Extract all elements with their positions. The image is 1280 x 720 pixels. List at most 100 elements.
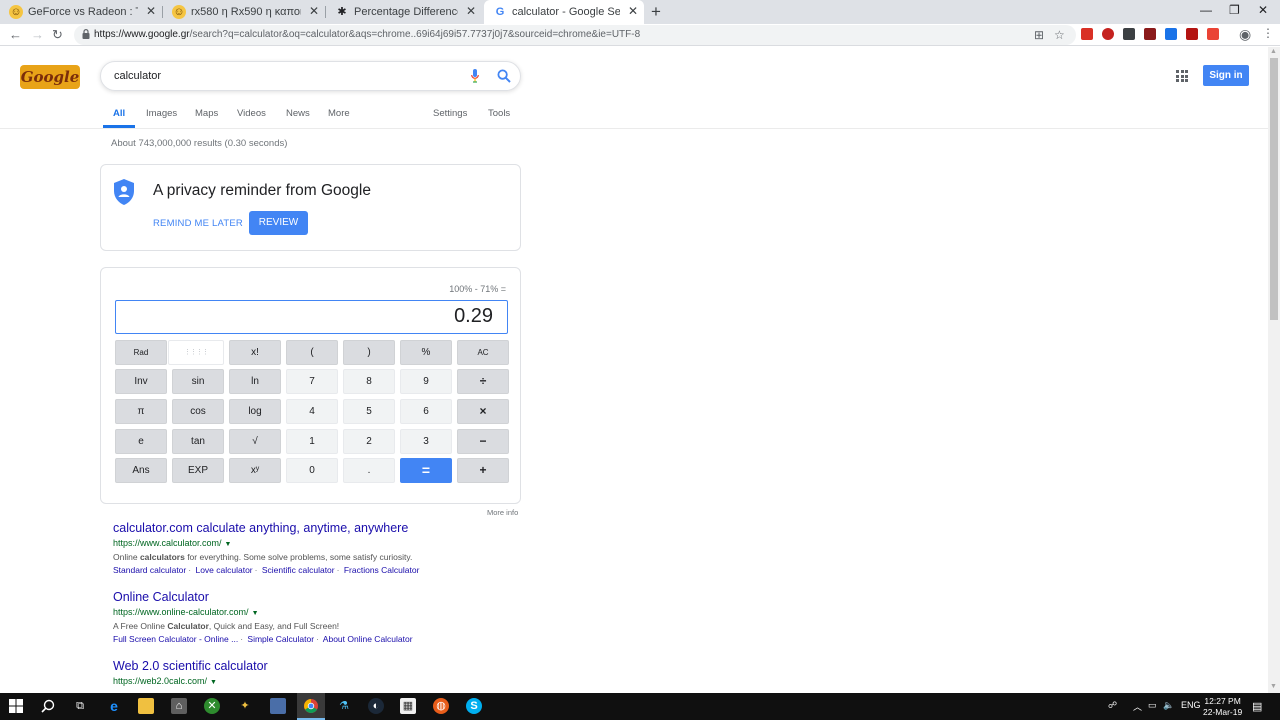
tab-geforce[interactable]: ☺ GeForce vs Radeon : The Battle C ✕ — [0, 0, 162, 24]
tab-settings[interactable]: Settings — [433, 108, 467, 119]
tab-tools[interactable]: Tools — [488, 108, 510, 119]
sitelink[interactable]: Fractions Calculator — [344, 565, 420, 575]
reload-icon[interactable]: ↻ — [52, 27, 63, 43]
network-icon[interactable]: ▭ — [1148, 700, 1157, 711]
equals-key[interactable]: = — [400, 458, 452, 483]
notifications-icon[interactable]: ▤ — [1252, 700, 1262, 713]
extension-icon[interactable] — [1081, 28, 1093, 40]
scroll-up-arrow-icon[interactable]: ▲ — [1270, 48, 1277, 55]
file-explorer-icon[interactable] — [138, 698, 154, 714]
degree-toggle-key[interactable]: ⋮⋮⋮⋮ — [168, 340, 224, 365]
tray-expand-icon[interactable]: ︿ — [1133, 700, 1142, 713]
sign-in-button[interactable]: Sign in — [1203, 65, 1249, 86]
open-paren-key[interactable]: ( — [286, 340, 338, 365]
result-title[interactable]: calculator.com calculate anything, anyti… — [113, 521, 419, 535]
store-bag-icon[interactable]: ⌂ — [171, 698, 187, 714]
people-icon[interactable]: ☍ — [1108, 700, 1117, 711]
close-icon[interactable]: ✕ — [146, 4, 156, 18]
ans-key[interactable]: Ans — [115, 458, 167, 483]
account-icon[interactable]: ◉ — [1239, 26, 1251, 43]
ln-key[interactable]: ln — [229, 369, 281, 394]
volume-icon[interactable]: 🔈 — [1163, 700, 1174, 711]
search-icon[interactable] — [497, 69, 511, 83]
translate-icon[interactable]: ⊞ — [1034, 28, 1044, 42]
monitor-app-icon[interactable] — [270, 698, 286, 714]
close-paren-key[interactable]: ) — [343, 340, 395, 365]
forward-icon[interactable]: → — [31, 27, 44, 42]
result-title[interactable]: Online Calculator — [113, 590, 413, 604]
app-icon[interactable]: ⚗ — [336, 698, 352, 714]
remind-me-later-button[interactable]: REMIND ME LATER — [153, 218, 243, 229]
exp-key[interactable]: EXP — [172, 458, 224, 483]
log-key[interactable]: log — [229, 399, 281, 424]
digit-8-key[interactable]: 8 — [343, 369, 395, 394]
digit-3-key[interactable]: 3 — [400, 429, 452, 454]
search-icon[interactable] — [40, 698, 56, 714]
sitelink[interactable]: Simple Calculator — [247, 634, 314, 644]
xbox-icon[interactable]: ✕ — [204, 698, 220, 714]
sitelink[interactable]: Love calculator — [195, 565, 252, 575]
minimize-icon[interactable]: — — [1200, 3, 1212, 17]
tab-maps[interactable]: Maps — [195, 108, 218, 119]
extension-icon[interactable] — [1186, 28, 1198, 40]
factorial-key[interactable]: x! — [229, 340, 281, 365]
sin-key[interactable]: sin — [172, 369, 224, 394]
window-close-icon[interactable]: ✕ — [1258, 3, 1268, 17]
extension-icon[interactable] — [1123, 28, 1135, 40]
e-key[interactable]: e — [115, 429, 167, 454]
plus-key[interactable]: + — [457, 458, 509, 483]
close-icon[interactable]: ✕ — [466, 4, 476, 18]
windows-start-icon[interactable] — [8, 698, 24, 714]
close-icon[interactable]: ✕ — [628, 4, 638, 18]
digit-9-key[interactable]: 9 — [400, 369, 452, 394]
language-indicator[interactable]: ENG — [1181, 700, 1201, 710]
tan-key[interactable]: tan — [172, 429, 224, 454]
decimal-key[interactable]: . — [343, 458, 395, 483]
dropdown-arrow-icon[interactable]: ▼ — [252, 610, 259, 617]
digit-6-key[interactable]: 6 — [400, 399, 452, 424]
tab-news[interactable]: News — [286, 108, 310, 119]
sitelink[interactable]: Scientific calculator — [262, 565, 335, 575]
result-title[interactable]: Web 2.0 scientific calculator — [113, 659, 268, 673]
restore-icon[interactable]: ❐ — [1229, 3, 1240, 17]
tab-percentage-calculator[interactable]: ✱ Percentage Difference Calculator ✕ — [326, 0, 482, 24]
scroll-down-arrow-icon[interactable]: ▼ — [1270, 683, 1277, 690]
tab-rx580[interactable]: ☺ rx580 η Rx590 η καποια αλλη κα ✕ — [163, 0, 325, 24]
back-icon[interactable]: ← — [9, 27, 22, 42]
percent-key[interactable]: % — [400, 340, 452, 365]
review-button[interactable]: REVIEW — [249, 211, 308, 235]
chrome-icon[interactable] — [303, 698, 319, 714]
multiply-key[interactable]: × — [457, 399, 509, 424]
sqrt-key[interactable]: √ — [229, 429, 281, 454]
dropdown-arrow-icon[interactable]: ▼ — [225, 541, 232, 548]
menu-kebab-icon[interactable]: ⋮ — [1262, 26, 1274, 40]
sitelink[interactable]: Standard calculator — [113, 565, 186, 575]
pi-key[interactable]: π — [115, 399, 167, 424]
tab-google-search[interactable]: G calculator - Google Search ✕ — [484, 0, 644, 24]
google-logo[interactable]: Google — [20, 65, 80, 89]
ublock-extension-icon[interactable] — [1102, 28, 1114, 40]
steam-icon[interactable]: ◐ — [368, 698, 384, 714]
digit-1-key[interactable]: 1 — [286, 429, 338, 454]
google-apps-icon[interactable] — [1176, 70, 1188, 82]
divide-key[interactable]: ÷ — [457, 369, 509, 394]
store-icon[interactable]: ▦ — [400, 698, 416, 714]
skype-icon[interactable]: S — [466, 698, 482, 714]
origin-icon[interactable]: ◍ — [433, 698, 449, 714]
extension-icon[interactable] — [1165, 28, 1177, 40]
digit-5-key[interactable]: 5 — [343, 399, 395, 424]
extension-icon[interactable] — [1207, 28, 1219, 40]
edge-browser-icon[interactable]: e — [106, 698, 122, 714]
task-view-icon[interactable]: ⧉ — [72, 698, 88, 714]
digit-4-key[interactable]: 4 — [286, 399, 338, 424]
digit-2-key[interactable]: 2 — [343, 429, 395, 454]
minus-key[interactable]: − — [457, 429, 509, 454]
address-bar[interactable]: https://www.google.gr/search?q=calculato… — [74, 25, 1076, 45]
all-clear-key[interactable]: AC — [457, 340, 509, 365]
tab-videos[interactable]: Videos — [237, 108, 266, 119]
sitelink[interactable]: About Online Calculator — [323, 634, 413, 644]
digit-0-key[interactable]: 0 — [286, 458, 338, 483]
dropdown-arrow-icon[interactable]: ▼ — [210, 679, 217, 686]
close-icon[interactable]: ✕ — [309, 4, 319, 18]
inverse-key[interactable]: Inv — [115, 369, 167, 394]
